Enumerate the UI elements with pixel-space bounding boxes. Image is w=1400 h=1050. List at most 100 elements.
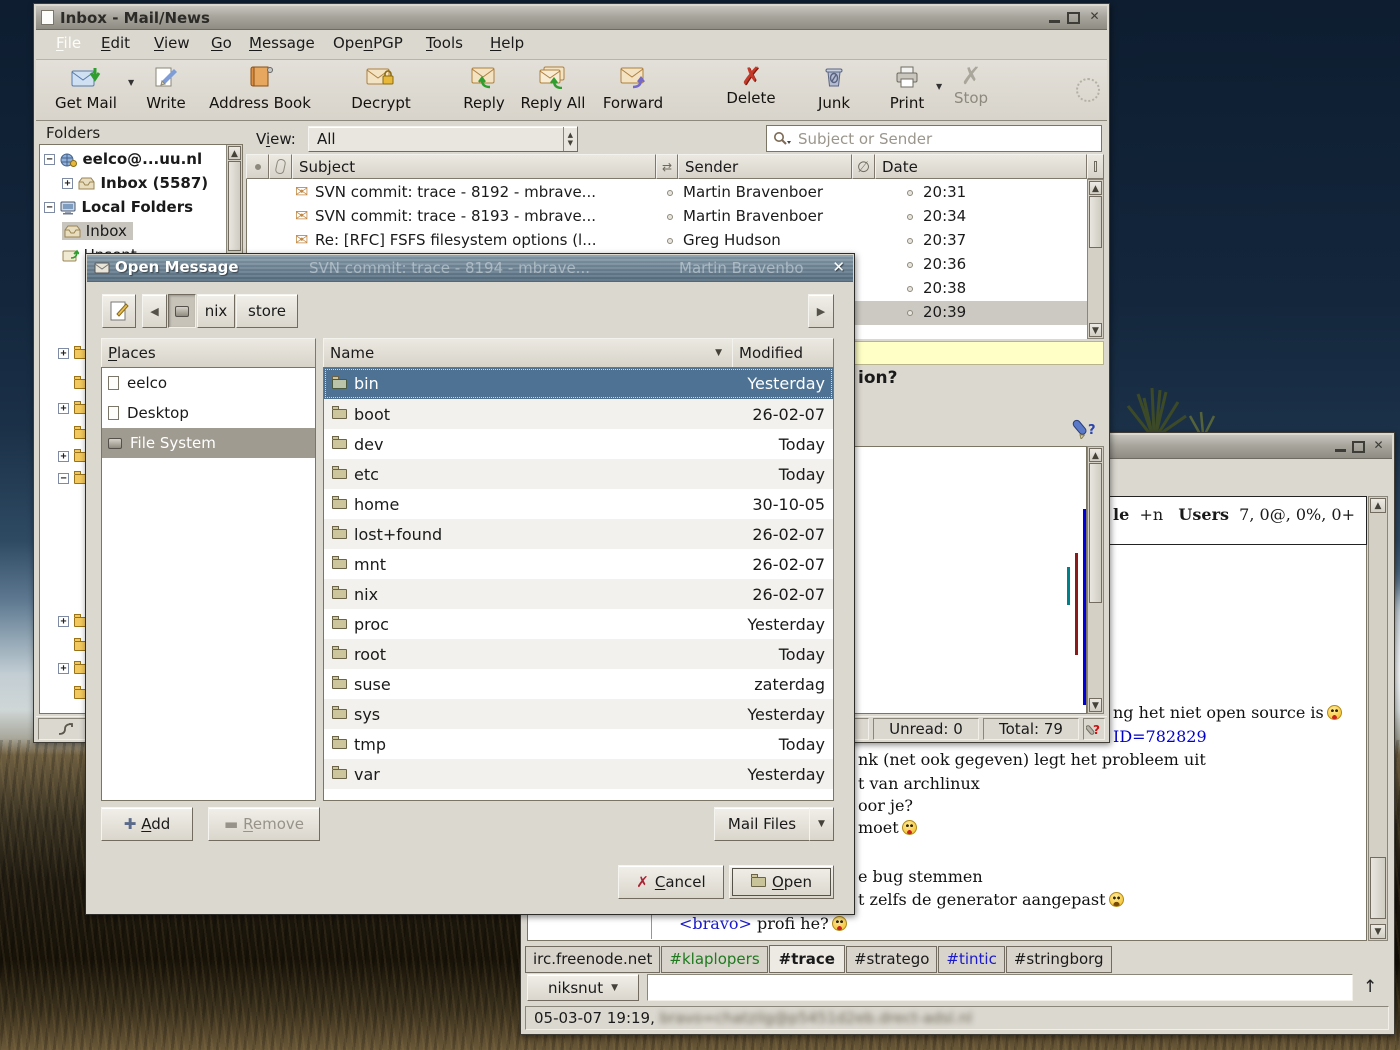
reply-all-button[interactable]: Reply All: [516, 65, 590, 112]
path-store-button[interactable]: store: [236, 294, 298, 328]
date-column-header[interactable]: Date: [875, 154, 1087, 179]
junk-column-header[interactable]: ∅: [852, 154, 875, 179]
menu-edit[interactable]: Edit: [101, 34, 130, 52]
forward-button[interactable]: Forward: [596, 65, 670, 112]
enigmail-status-icon[interactable]: ?: [1083, 718, 1105, 740]
irc-maximize-button[interactable]: [1352, 441, 1365, 453]
search-icon[interactable]: [772, 131, 792, 147]
file-row[interactable]: sysYesterday: [324, 699, 833, 729]
modified-column-header[interactable]: Modified: [732, 338, 834, 368]
get-mail-button[interactable]: Get Mail: [46, 65, 126, 112]
path-back-button[interactable]: ◀: [142, 294, 167, 328]
search-box[interactable]: Subject or Sender: [766, 125, 1102, 152]
menu-view[interactable]: View: [154, 34, 190, 52]
nick-selector[interactable]: niksnut▼: [527, 974, 639, 1001]
mail-minimize-button[interactable]: [1049, 12, 1060, 23]
message-row[interactable]: ✉ SVN commit: trace - 8193 - mbrave... M…: [247, 205, 1088, 229]
delete-button[interactable]: ✗ Delete: [721, 65, 781, 107]
input-history-arrow[interactable]: ↑: [1363, 977, 1377, 997]
tab-tintic[interactable]: #tintic: [938, 946, 1004, 973]
file-list[interactable]: binYesterday boot26-02-07 devToday etcTo…: [323, 367, 834, 801]
tab-trace[interactable]: #trace: [769, 945, 845, 973]
menu-help[interactable]: Help: [490, 34, 524, 52]
expand-expander-icon[interactable]: +: [62, 178, 73, 189]
junk-button[interactable]: Junk: [808, 65, 860, 112]
menu-go[interactable]: Go: [211, 34, 232, 52]
place-item-desktop[interactable]: Desktop: [102, 398, 315, 428]
file-type-filter[interactable]: Mail Files: [714, 807, 810, 841]
scroll-down-arrow[interactable]: ▼: [1089, 323, 1102, 337]
menu-openpgp[interactable]: OpenPGP: [333, 34, 403, 52]
reply-button[interactable]: Reply: [458, 65, 510, 112]
message-row[interactable]: ✉ Re: [RFC] FSFS filesystem options (l..…: [247, 229, 1088, 253]
print-button[interactable]: Print: [881, 65, 933, 112]
file-row[interactable]: procYesterday: [324, 609, 833, 639]
get-mail-dropdown-arrow[interactable]: ▼: [128, 78, 134, 87]
scrollbar-thumb[interactable]: [1370, 857, 1386, 919]
irc-message-link[interactable]: ID=782829: [1113, 727, 1207, 746]
irc-minimize-button[interactable]: [1335, 441, 1346, 452]
menu-tools[interactable]: Tools: [426, 34, 463, 52]
path-forward-button[interactable]: ▶: [808, 294, 834, 328]
open-button[interactable]: Open: [729, 865, 834, 899]
scroll-down-arrow[interactable]: ▼: [1089, 698, 1102, 712]
cancel-button[interactable]: ✗Cancel: [618, 865, 724, 899]
message-row[interactable]: ✉ SVN commit: trace - 8192 - mbrave... M…: [247, 181, 1088, 205]
message-list-scrollbar[interactable]: ▲ ▼: [1087, 179, 1104, 339]
file-row[interactable]: rootToday: [324, 639, 833, 669]
tab-stringborg[interactable]: #stringborg: [1006, 946, 1112, 973]
mail-close-button[interactable]: ✕: [1087, 11, 1102, 24]
write-button[interactable]: Write: [138, 65, 194, 112]
file-row[interactable]: mnt26-02-07: [324, 549, 833, 579]
file-row[interactable]: nix26-02-07: [324, 579, 833, 609]
file-row[interactable]: tmpToday: [324, 729, 833, 759]
file-type-filter-arrow[interactable]: ▼: [809, 807, 834, 841]
tab-server[interactable]: irc.freenode.net: [525, 946, 660, 973]
message-body-scrollbar[interactable]: ▲ ▼: [1087, 446, 1104, 714]
combo-stepper-icon[interactable]: ▲▼: [563, 127, 577, 151]
name-column-header[interactable]: Name ▼: [323, 338, 733, 368]
scrollbar-thumb[interactable]: [1089, 196, 1102, 248]
column-picker[interactable]: [1087, 154, 1104, 179]
sender-column-header[interactable]: Sender: [678, 154, 852, 179]
address-book-button[interactable]: Address Book: [199, 65, 321, 112]
folder-item-inbox-local[interactable]: Inbox: [62, 222, 182, 240]
view-combo[interactable]: All ▲▼: [308, 126, 578, 152]
place-item-file-system[interactable]: File System: [102, 428, 315, 458]
irc-close-button[interactable]: ✕: [1371, 440, 1386, 453]
file-row[interactable]: binYesterday: [324, 368, 833, 399]
subject-column-header[interactable]: Subject: [292, 154, 656, 179]
folder-item-local-folders[interactable]: − Local Folders: [44, 198, 234, 216]
collapse-expander-icon[interactable]: −: [44, 154, 55, 165]
attachment-column-header[interactable]: [269, 154, 292, 179]
folder-item-account[interactable]: − eelco@...uu.nl: [44, 150, 224, 168]
path-nix-button[interactable]: nix: [197, 294, 235, 328]
folder-item-inbox-account[interactable]: + Inbox (5587): [62, 174, 232, 192]
place-item-eelco[interactable]: eelco: [102, 368, 315, 398]
irc-chat-scrollbar[interactable]: ▲ ▼: [1368, 496, 1388, 941]
enigmail-pen-icon[interactable]: ?: [1072, 413, 1098, 443]
scroll-up-arrow[interactable]: ▲: [1089, 181, 1102, 195]
file-row[interactable]: lost+found26-02-07: [324, 519, 833, 549]
tab-klaplopers[interactable]: #klaplopers: [661, 946, 767, 973]
scroll-up-arrow[interactable]: ▲: [1370, 498, 1386, 513]
file-row[interactable]: boot26-02-07: [324, 399, 833, 429]
type-filename-button[interactable]: [102, 294, 136, 328]
file-row[interactable]: susezaterdag: [324, 669, 833, 699]
irc-input[interactable]: [647, 974, 1353, 1001]
dialog-close-button[interactable]: ✕: [832, 258, 845, 276]
scroll-up-arrow[interactable]: ▲: [228, 146, 241, 160]
print-dropdown-arrow[interactable]: ▼: [936, 82, 942, 91]
menu-file[interactable]: File: [56, 34, 81, 52]
add-bookmark-button[interactable]: ✚Add: [101, 807, 193, 841]
file-row[interactable]: varYesterday: [324, 759, 833, 789]
collapse-expander-icon[interactable]: −: [44, 202, 55, 213]
file-row[interactable]: home30-10-05: [324, 489, 833, 519]
flag-column-header[interactable]: [246, 154, 269, 179]
path-root-button[interactable]: [168, 294, 196, 328]
mail-maximize-button[interactable]: [1067, 12, 1080, 24]
thread-column-header[interactable]: ⇄: [656, 154, 678, 179]
scroll-up-arrow[interactable]: ▲: [1089, 448, 1102, 462]
decrypt-button[interactable]: Decrypt: [341, 65, 421, 112]
tab-stratego[interactable]: #stratego: [846, 946, 937, 973]
